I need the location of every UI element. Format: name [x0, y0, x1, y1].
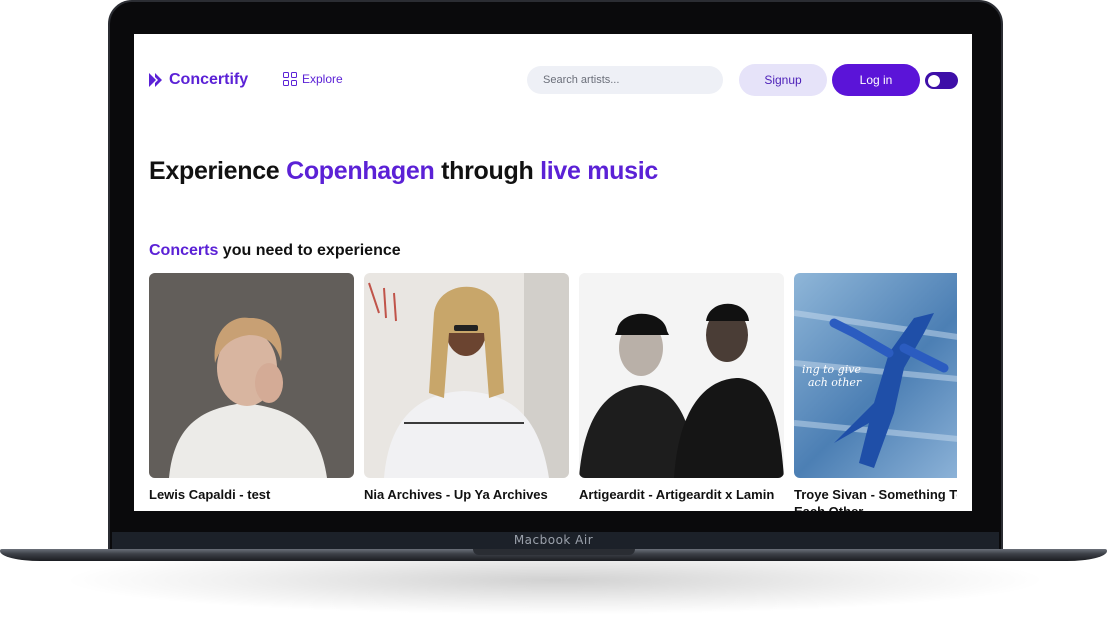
hero-heading: Experience Copenhagen through live music	[149, 157, 658, 186]
grid-icon	[283, 72, 297, 86]
concert-image[interactable]: ing to give ach other	[794, 273, 957, 478]
hero-text-2: through	[434, 157, 541, 185]
explore-label: Explore	[302, 72, 343, 86]
toggle-knob	[928, 74, 940, 87]
hero-city: Copenhagen	[286, 157, 435, 185]
svg-text:ach other: ach other	[808, 376, 862, 389]
signup-button[interactable]: Signup	[739, 64, 827, 96]
brand-name: Concertify	[169, 71, 249, 88]
svg-text:ing to give: ing to give	[802, 363, 861, 376]
concert-title[interactable]: Nia Archives - Up Ya Archives	[364, 486, 569, 503]
concert-card[interactable]: Lewis Capaldi - test	[149, 273, 354, 503]
concert-image[interactable]	[149, 273, 354, 478]
section-highlight: Concerts	[149, 242, 219, 259]
search-input[interactable]	[527, 66, 723, 94]
theme-toggle[interactable]	[925, 72, 958, 89]
concert-card[interactable]: Artigeardit - Artigeardit x Lamin	[579, 273, 784, 503]
concert-image[interactable]	[364, 273, 569, 478]
hero-highlight: live music	[540, 157, 658, 185]
section-rest: you need to experience	[218, 242, 401, 259]
login-button[interactable]: Log in	[832, 64, 920, 96]
concert-card[interactable]: Nia Archives - Up Ya Archives	[364, 273, 569, 503]
device-model-label: Macbook Air	[513, 533, 594, 547]
concert-card[interactable]: ing to give ach other Troye Sivan - Some…	[794, 273, 957, 511]
section-heading: Concerts you need to experience	[149, 242, 401, 260]
concert-title[interactable]: Lewis Capaldi - test	[149, 486, 354, 503]
hero-text-1: Experience	[149, 157, 287, 185]
concert-image[interactable]	[579, 273, 784, 478]
laptop-notch	[473, 549, 635, 555]
concert-carousel: Lewis Capaldi - test Nia Archives - Up Y…	[149, 273, 957, 511]
browser-viewport: Concertify Explore Signup Log in Experie…	[134, 34, 972, 511]
concert-title[interactable]: Troye Sivan - Something To Give Each Oth…	[794, 486, 957, 511]
nav-explore-link[interactable]: Explore	[283, 72, 343, 86]
brand-logo[interactable]: Concertify	[149, 71, 248, 89]
logo-icon	[149, 73, 162, 87]
concert-title[interactable]: Artigeardit - Artigeardit x Lamin	[579, 486, 784, 503]
